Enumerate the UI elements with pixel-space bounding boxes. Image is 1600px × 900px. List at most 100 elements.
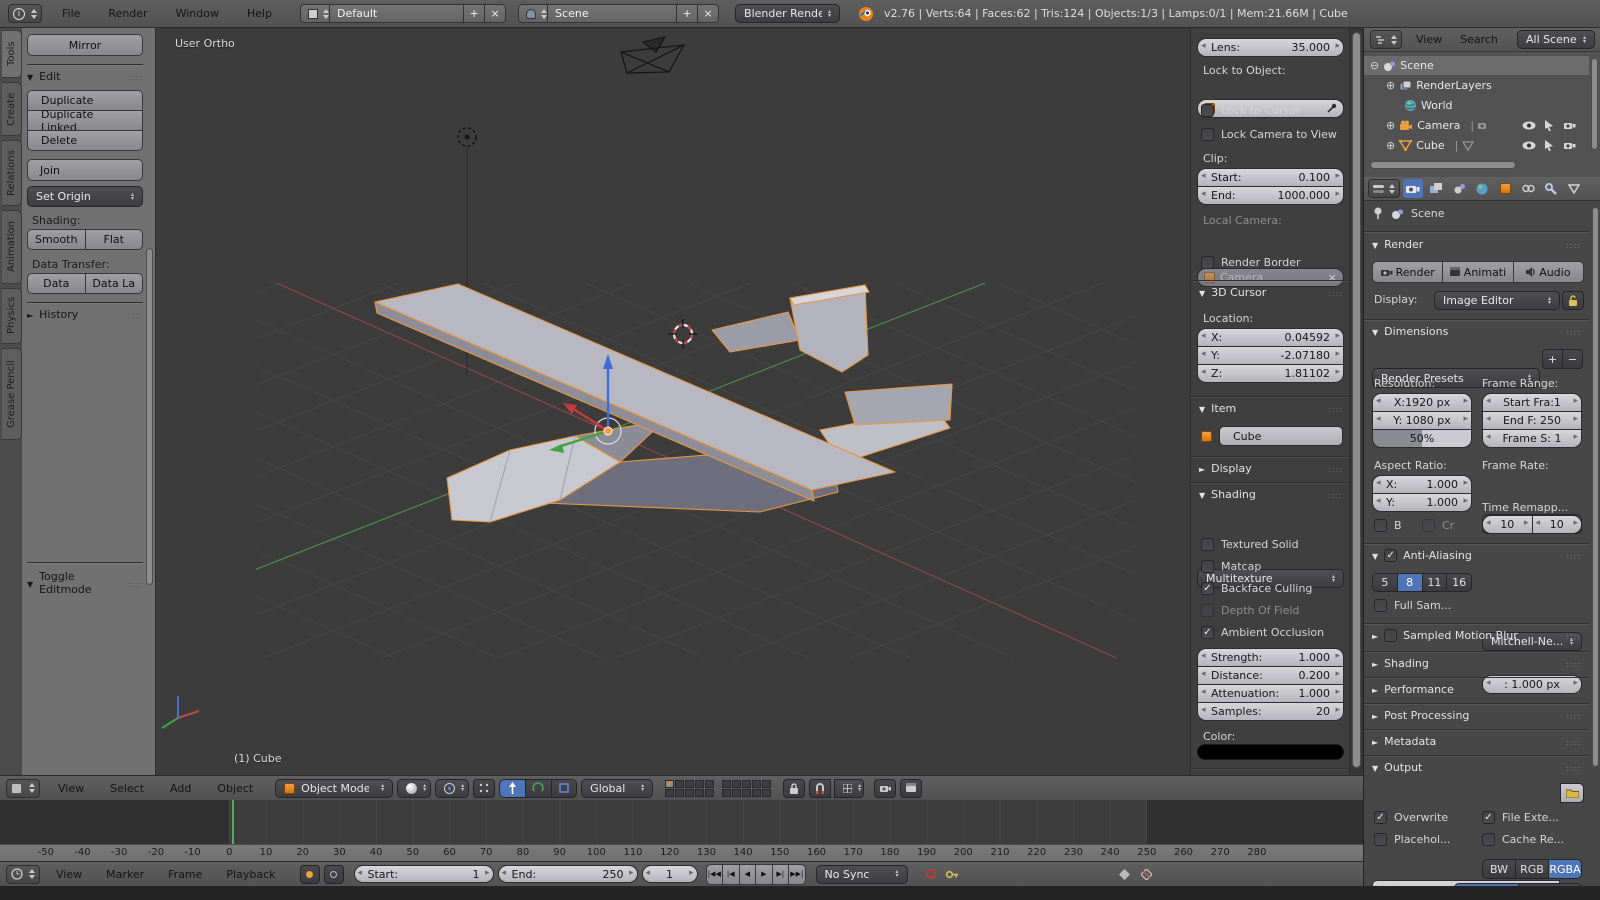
remap-old-field[interactable]: 10	[1482, 515, 1533, 534]
tab-modifiers[interactable]	[1541, 179, 1561, 198]
sampled-motion-blur-panel-header[interactable]: Sampled Motion Blur	[1372, 629, 1581, 642]
pivot-point-dropdown[interactable]	[435, 779, 469, 798]
screen-layout-icon-button[interactable]	[300, 4, 330, 23]
collapse-icon[interactable]	[1370, 59, 1379, 72]
matcap-row[interactable]: Matcap	[1201, 560, 1261, 573]
current-frame-field[interactable]: 1	[642, 865, 698, 883]
frame-step-field[interactable]: Frame S: 1	[1482, 429, 1582, 448]
menu-select[interactable]: Select	[106, 782, 148, 795]
file-extensions-checkbox[interactable]	[1482, 811, 1495, 824]
clear-icon[interactable]: ×	[1328, 271, 1337, 284]
aspect-x-field[interactable]: X:1.000	[1372, 475, 1472, 494]
editor-type-timeline-button[interactable]	[6, 865, 40, 884]
delete-screen-layout-button[interactable]: ×	[484, 4, 506, 23]
ao-samples-field[interactable]: Samples:20	[1197, 702, 1344, 721]
airplane-model[interactable]	[375, 284, 952, 522]
ao-distance-field[interactable]: Distance:0.200	[1197, 666, 1344, 685]
depth-of-field-checkbox[interactable]	[1201, 604, 1214, 617]
aa-samples-16-button[interactable]: 16	[1446, 573, 1472, 592]
opengl-render-animation-button[interactable]	[900, 779, 922, 798]
screen-layout-name-field[interactable]: Default	[329, 4, 464, 23]
join-button[interactable]: Join	[27, 159, 143, 181]
tab-scene[interactable]	[1449, 179, 1469, 198]
render-engine-dropdown[interactable]: Blender Render	[735, 4, 840, 23]
overwrite-row[interactable]: Overwrite	[1374, 811, 1448, 824]
lock-camera-row[interactable]: Lock Camera to View	[1201, 128, 1337, 141]
jump-to-start-button[interactable]: |◀◀	[706, 864, 724, 885]
snap-element-dropdown[interactable]	[834, 779, 864, 798]
panel-grip-icon[interactable]	[1566, 709, 1581, 722]
tab-object-data[interactable]	[1564, 179, 1584, 198]
panel-grip-icon[interactable]	[1566, 629, 1581, 642]
render-audio-button[interactable]: Audio	[1513, 261, 1584, 283]
render-display-dropdown[interactable]: Image Editor	[1434, 291, 1560, 310]
snap-toggle-button[interactable]	[809, 779, 831, 798]
properties-scrollbar[interactable]	[1592, 207, 1599, 767]
color-mode-bw-button[interactable]: BW	[1482, 859, 1516, 879]
tab-render-layers[interactable]	[1426, 179, 1446, 198]
ao-strength-field[interactable]: Strength:1.000	[1197, 648, 1344, 667]
add-preset-button[interactable]: +	[1542, 349, 1563, 369]
remove-preset-button[interactable]: −	[1562, 349, 1583, 369]
outliner-row-world[interactable]: World	[1364, 96, 1589, 115]
play-button[interactable]: ▶	[755, 864, 773, 885]
edit-panel-header[interactable]: Edit	[27, 70, 143, 83]
set-origin-dropdown[interactable]: Set Origin	[27, 186, 143, 207]
panel-grip-icon[interactable]	[128, 308, 143, 321]
menu-playback[interactable]: Playback	[222, 868, 279, 881]
data-button[interactable]: Data	[27, 273, 86, 294]
smooth-button[interactable]: Smooth	[27, 229, 86, 250]
menu-window[interactable]: Window	[172, 7, 223, 20]
scene-name-field[interactable]: Scene	[547, 4, 677, 23]
outliner-filter-dropdown[interactable]: All Scenes	[1517, 30, 1595, 49]
panel-grip-icon[interactable]	[1328, 488, 1343, 501]
npanel-scrollbar-thumb[interactable]	[1352, 32, 1361, 768]
panel-grip-icon[interactable]	[1566, 683, 1581, 696]
panel-grip-icon[interactable]	[1566, 549, 1581, 562]
manipulator-scale-button[interactable]	[551, 779, 578, 798]
menu-help[interactable]: Help	[243, 7, 276, 20]
data-layout-button[interactable]: Data La	[85, 273, 144, 294]
depth-of-field-row[interactable]: Depth Of Field	[1201, 604, 1299, 617]
tab-create[interactable]: Create	[2, 82, 22, 136]
local-camera-field[interactable]: Camera ×	[1197, 268, 1344, 287]
tab-grease-pencil[interactable]: Grease Pencil	[2, 348, 22, 440]
border-row[interactable]: B	[1374, 519, 1402, 532]
panel-grip-icon[interactable]	[1566, 325, 1581, 338]
jump-to-end-button[interactable]: ▶▶|	[788, 864, 806, 885]
resolution-y-field[interactable]: Y: 1080 px	[1372, 411, 1472, 430]
layers-widget-group2[interactable]	[722, 780, 771, 797]
frame-start-field[interactable]: Start: 1	[354, 865, 494, 883]
cursor-3d-panel-header[interactable]: 3D Cursor	[1199, 286, 1343, 299]
lock-to-cursor-checkbox[interactable]	[1201, 104, 1214, 117]
aspect-y-field[interactable]: Y:1.000	[1372, 493, 1472, 512]
item-panel-header[interactable]: Item	[1199, 402, 1343, 415]
delete-button[interactable]: Delete	[27, 130, 143, 151]
panel-grip-icon[interactable]	[128, 577, 143, 590]
selectability-arrow-icon[interactable]	[1544, 120, 1554, 131]
post-processing-panel-header[interactable]: Post Processing	[1372, 709, 1581, 722]
tab-physics[interactable]: Physics	[2, 288, 22, 344]
tab-relations[interactable]: Relations	[2, 140, 22, 206]
editor-type-outliner-button[interactable]	[1370, 30, 1402, 49]
shading-panel-header[interactable]: Shading	[1199, 488, 1343, 501]
aa-samples-5-button[interactable]: 5	[1372, 573, 1398, 592]
timeline-tracks-area[interactable]	[0, 800, 1363, 844]
outliner-menu-view[interactable]: View	[1412, 33, 1446, 46]
object-name-field[interactable]: Cube	[1219, 426, 1343, 446]
renderability-camera-icon[interactable]	[1564, 121, 1576, 130]
lens-field[interactable]: Lens: 35.000	[1197, 38, 1344, 57]
cursor-z-field[interactable]: Z:1.81102	[1197, 364, 1344, 383]
crop-checkbox[interactable]	[1422, 519, 1435, 532]
insert-keyframe-button[interactable]	[1116, 869, 1134, 880]
ao-color-swatch[interactable]	[1197, 744, 1344, 760]
border-checkbox[interactable]	[1374, 519, 1387, 532]
textured-solid-row[interactable]: Textured Solid	[1201, 538, 1299, 551]
pin-icon[interactable]	[1372, 207, 1384, 220]
clip-end-field[interactable]: End:1000.000	[1197, 186, 1344, 205]
render-border-row[interactable]: Render Border	[1201, 256, 1301, 269]
ambient-occlusion-checkbox[interactable]	[1201, 626, 1214, 639]
delete-scene-button[interactable]: ×	[697, 4, 719, 23]
tab-world[interactable]	[1472, 179, 1492, 198]
full-sample-checkbox[interactable]	[1374, 599, 1387, 612]
